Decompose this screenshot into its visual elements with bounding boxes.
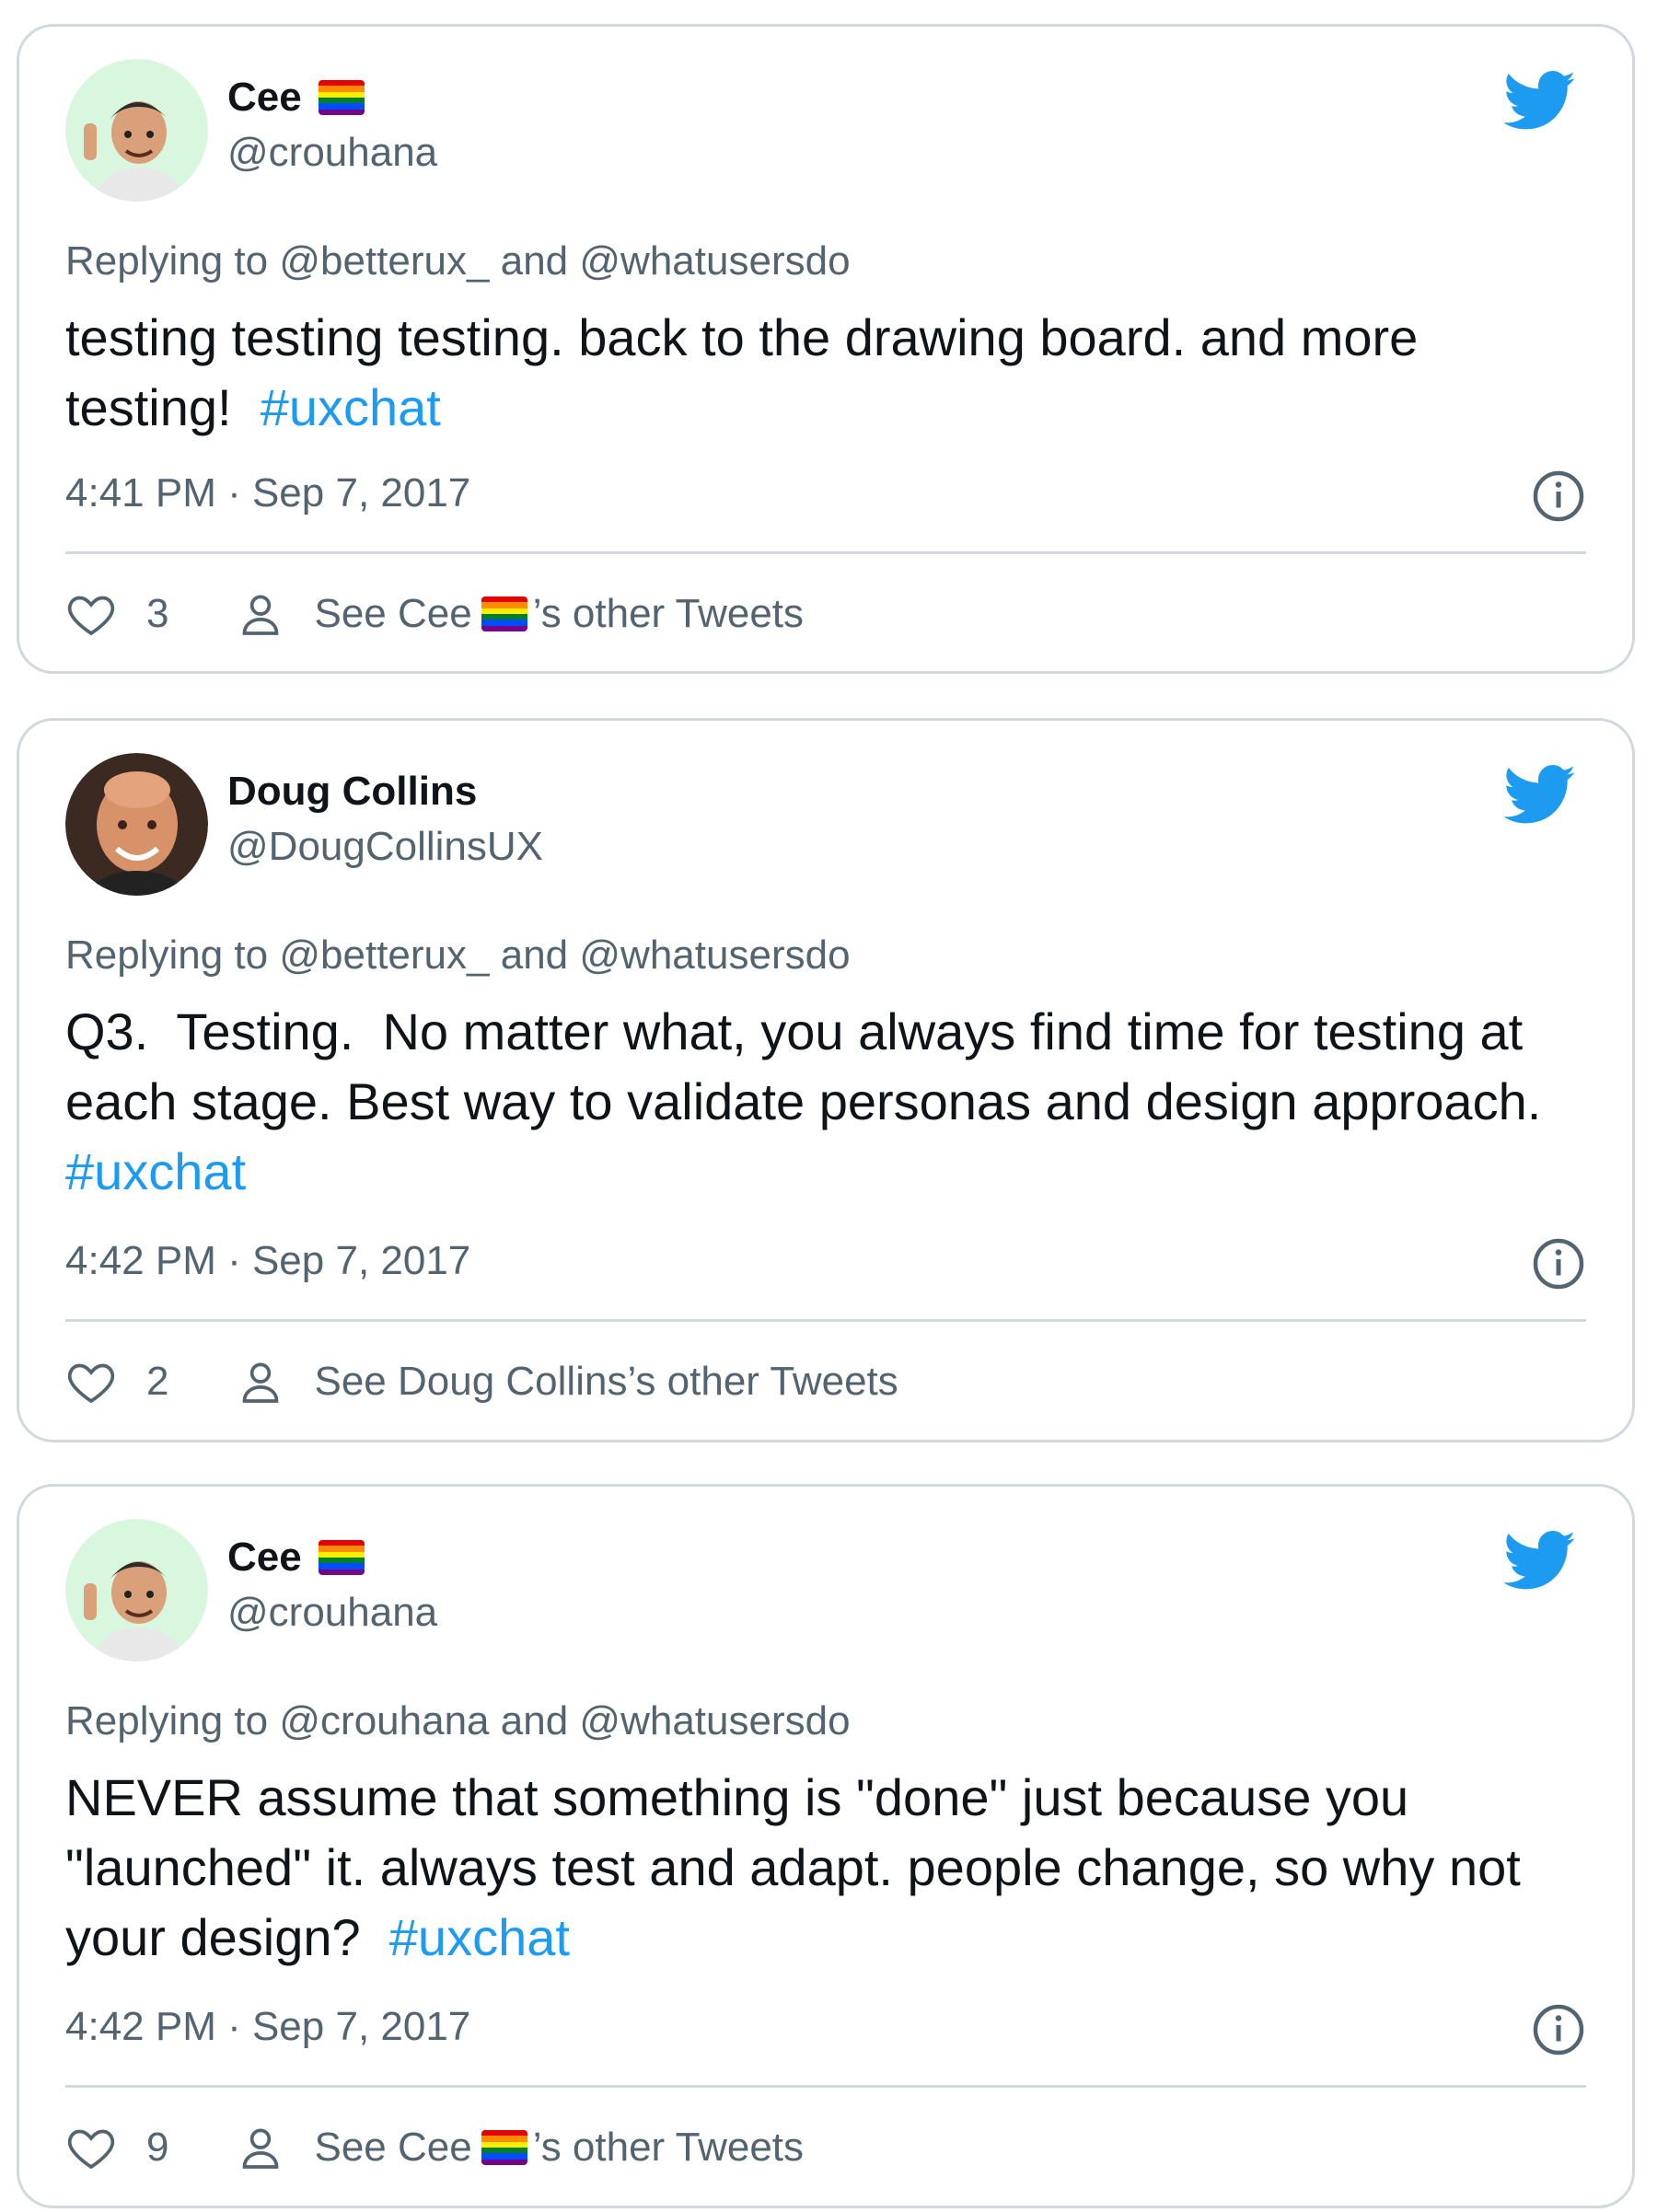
- author-handle[interactable]: @crouhana: [227, 1590, 437, 1636]
- author-handle[interactable]: @DougCollinsUX: [227, 824, 543, 870]
- rainbow-flag-icon: [481, 596, 527, 631]
- twitter-bird-icon[interactable]: [1503, 765, 1577, 826]
- reply-mention-link[interactable]: @betterux_: [279, 932, 489, 978]
- divider: [65, 2085, 1586, 2088]
- author-name-row[interactable]: Cee: [227, 75, 370, 121]
- like-count: 2: [146, 1359, 169, 1404]
- reply-mention-link[interactable]: @whatusersdo: [579, 1698, 850, 1743]
- tweet-text: testing testing testing. back to the dra…: [65, 308, 1432, 436]
- avatar-doug-collins-icon: [65, 753, 208, 896]
- tweet-timestamp[interactable]: 4:41 PM · Sep 7, 2017: [65, 470, 470, 516]
- author-name[interactable]: Doug Collins: [227, 769, 477, 815]
- hashtag-link[interactable]: #uxchat: [65, 1142, 246, 1200]
- rainbow-flag-icon: [318, 80, 365, 115]
- person-icon[interactable]: [235, 588, 286, 640]
- like-count: 9: [146, 2125, 169, 2170]
- twitter-bird-icon[interactable]: [1503, 1531, 1577, 1592]
- see-other-tweets-link[interactable]: See Cee ’s other Tweets: [314, 591, 804, 637]
- tweet-actions: 3 See Cee ’s other Tweets: [65, 588, 804, 640]
- tweet-timestamp[interactable]: 4:42 PM · Sep 7, 2017: [65, 1238, 470, 1284]
- author-handle[interactable]: @crouhana: [227, 130, 437, 176]
- divider: [65, 551, 1586, 554]
- avatar[interactable]: [65, 753, 208, 896]
- hashtag-link[interactable]: #uxchat: [261, 378, 441, 436]
- avatar-cee-icon: [65, 1519, 208, 1662]
- reply-mention-link[interactable]: @whatusersdo: [579, 932, 850, 978]
- tweet-actions: 2 See Doug Collins’s other Tweets: [65, 1356, 898, 1407]
- author-name-row[interactable]: Doug Collins: [227, 769, 477, 815]
- heart-icon[interactable]: [65, 2122, 117, 2173]
- hashtag-link[interactable]: #uxchat: [389, 1908, 570, 1966]
- reply-mention-link[interactable]: @whatusersdo: [579, 238, 850, 284]
- info-icon[interactable]: [1531, 469, 1586, 524]
- avatar[interactable]: [65, 59, 208, 202]
- reply-mention-link[interactable]: @betterux_: [279, 238, 489, 284]
- replying-to: Replying to @betterux_ and @whatusersdo: [65, 238, 851, 284]
- tweet-timestamp[interactable]: 4:42 PM · Sep 7, 2017: [65, 2004, 470, 2050]
- avatar-cee-icon: [65, 59, 208, 202]
- see-other-tweets-link[interactable]: See Doug Collins’s other Tweets: [314, 1359, 898, 1405]
- replying-to: Replying to @crouhana and @whatusersdo: [65, 1698, 851, 1743]
- heart-icon[interactable]: [65, 588, 117, 640]
- like-count: 3: [146, 591, 169, 636]
- reply-mention-link[interactable]: @crouhana: [279, 1698, 489, 1743]
- info-icon[interactable]: [1531, 1236, 1586, 1291]
- tweet-card[interactable]: Cee @crouhana Replying to @crouhana and …: [17, 1484, 1635, 2208]
- tweet-actions: 9 See Cee ’s other Tweets: [65, 2122, 804, 2173]
- person-icon[interactable]: [235, 1356, 286, 1407]
- info-icon[interactable]: [1531, 2002, 1586, 2057]
- avatar[interactable]: [65, 1519, 208, 1662]
- tweet-text: NEVER assume that something is "done" ju…: [65, 1768, 1535, 1966]
- tweet-text: Q3. Testing. No matter what, you always …: [65, 1002, 1570, 1200]
- tweet-card[interactable]: Cee @crouhana Replying to @betterux_ and…: [17, 24, 1635, 674]
- tweet-feed: Cee @crouhana Replying to @betterux_ and…: [0, 0, 1657, 2212]
- author-name[interactable]: Cee: [227, 1535, 302, 1581]
- author-name-row[interactable]: Cee: [227, 1535, 370, 1581]
- replying-to: Replying to @betterux_ and @whatusersdo: [65, 932, 851, 978]
- tweet-card[interactable]: Doug Collins @DougCollinsUX Replying to …: [17, 718, 1635, 1442]
- rainbow-flag-icon: [318, 1540, 365, 1575]
- author-name[interactable]: Cee: [227, 75, 302, 121]
- divider: [65, 1319, 1586, 1322]
- see-other-tweets-link[interactable]: See Cee ’s other Tweets: [314, 2125, 804, 2171]
- rainbow-flag-icon: [481, 2130, 527, 2165]
- person-icon[interactable]: [235, 2122, 286, 2173]
- twitter-bird-icon[interactable]: [1503, 71, 1577, 132]
- heart-icon[interactable]: [65, 1356, 117, 1407]
